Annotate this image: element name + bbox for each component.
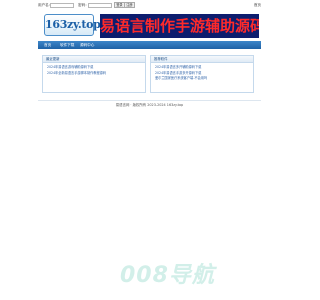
- password-input[interactable]: [88, 2, 112, 8]
- username-input[interactable]: [50, 2, 74, 8]
- nav-item-downloads[interactable]: 软件下载: [60, 41, 74, 49]
- site-logo[interactable]: 163zy.top: [44, 14, 101, 36]
- page-container: 用户名： 密码： 登录 注册 首页 163zy.top 易语言制作手游辅助源码 …: [38, 0, 261, 110]
- login-bar: 用户名： 密码： 登录 注册 首页: [38, 0, 261, 10]
- recent-list: 2024年易语言游戏辅助源码下载 2024年全新易语言手游脚本制作教程源码: [43, 65, 145, 76]
- list-item[interactable]: 爱尔兰国家医疗系统客户端-不会用吗: [155, 76, 253, 82]
- panel-title: 推荐软件: [151, 56, 253, 63]
- register-button[interactable]: 注册: [124, 2, 135, 9]
- list-item[interactable]: 2024年全新易语言手游脚本制作教程源码: [47, 71, 145, 77]
- site-footer: 易语言网 · 版权所有 2023-2024 163zy.top: [38, 100, 261, 109]
- site-banner: 易语言制作手游辅助源码: [100, 14, 259, 38]
- site-header: 163zy.top 易语言制作手游辅助源码: [38, 10, 261, 40]
- main-nav: 首页 软件下载 源码中心: [38, 41, 261, 49]
- nav-item-source[interactable]: 源码中心: [80, 41, 94, 49]
- home-link[interactable]: 首页: [254, 0, 261, 10]
- recommended-list: 2024年易语言多开辅助源码下载 2024年易语言手游多开源码下载 爱尔兰国家医…: [151, 65, 253, 82]
- panel-title: 最近更新: [43, 56, 145, 63]
- recent-updates-panel: 最近更新 2024年易语言游戏辅助源码下载 2024年全新易语言手游脚本制作教程…: [42, 55, 146, 93]
- watermark-logo: 008导航: [120, 263, 215, 288]
- nav-item-home[interactable]: 首页: [44, 41, 51, 49]
- recommended-panel: 推荐软件 2024年易语言多开辅助源码下载 2024年易语言手游多开源码下载 爱…: [150, 55, 254, 93]
